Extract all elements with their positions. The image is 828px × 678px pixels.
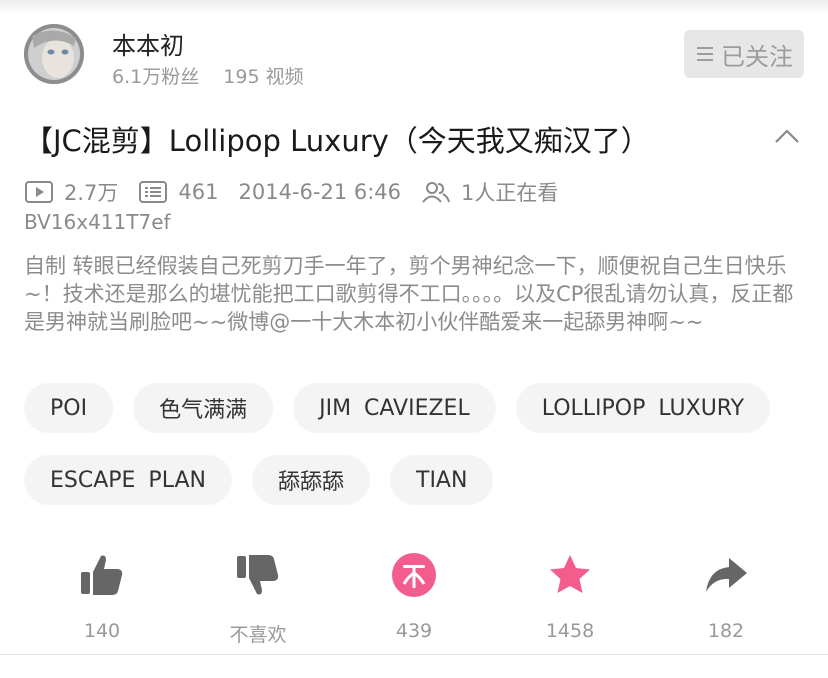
follow-button[interactable]: 已关注 [684,30,804,78]
menu-icon [697,47,713,61]
top-shadow [0,0,828,14]
tag[interactable]: ESCAPE PLAN [24,455,232,505]
action-bar: 140 不喜欢 439 1458 182 [0,552,828,646]
chevron-up-icon[interactable] [772,122,802,152]
follow-label: 已关注 [721,42,793,71]
favorite-count: 1458 [545,620,595,642]
publish-date: 2014-6-21 6:46 [238,180,402,204]
video-meta: 2.7万 461 2014-6-21 6:46 1人正在看 [24,175,578,209]
like-button[interactable]: 140 [42,552,162,642]
thumbs-up-icon [81,555,123,595]
tag[interactable]: JIM CAVIEZEL [293,383,496,433]
thumbs-down-icon [237,555,279,595]
video-description: 自制 转眼已经假装自己死剪刀手一年了，剪个男神纪念一下，顺便祝自己生日快乐~！技… [24,254,794,334]
video-title: 【JC混剪】Lollipop Luxury（今天我又痴汉了） [24,124,650,158]
star-icon [550,555,590,593]
video-count: 195 视频 [223,66,304,88]
follower-count: 6.1万粉丝 [112,66,200,88]
avatar-image [24,24,84,84]
uploader-name[interactable]: 本本初 [112,26,184,61]
people-icon [422,182,450,203]
coin-icon [392,553,436,597]
tag[interactable]: LOLLIPOP LUXURY [515,383,771,433]
coin-count: 439 [395,620,433,642]
dislike-button[interactable]: 不喜欢 [198,552,318,647]
share-count: 182 [707,620,745,642]
danmaku-icon [139,181,168,203]
play-icon [25,181,53,203]
tag[interactable]: POI [24,383,114,433]
play-count-group: 2.7万 [24,177,118,207]
favorite-button[interactable]: 1458 [510,552,630,642]
tag-list: POI 色气满满 JIM CAVIEZEL LOLLIPOP LUXURY ES… [24,383,828,505]
coin-button[interactable]: 439 [354,552,474,642]
divider [0,654,828,655]
watching-group: 1人正在看 [421,177,558,207]
like-count: 140 [83,620,121,642]
watching-count: 1人正在看 [461,181,559,205]
danmaku-count: 461 [178,180,219,204]
dislike-label: 不喜欢 [229,624,287,646]
uploader-stats: 6.1万粉丝 195 视频 [112,62,304,89]
tag[interactable]: 色气满满 [133,383,274,433]
bvid: BV16x411T7ef [24,210,171,234]
share-arrow-icon [706,558,747,592]
share-button[interactable]: 182 [666,552,786,642]
tag[interactable]: 舔舔舔 [251,455,370,505]
play-count: 2.7万 [64,181,119,205]
avatar[interactable] [24,24,84,84]
tag[interactable]: TIAN [390,455,494,505]
danmaku-group: 461 [138,180,219,204]
